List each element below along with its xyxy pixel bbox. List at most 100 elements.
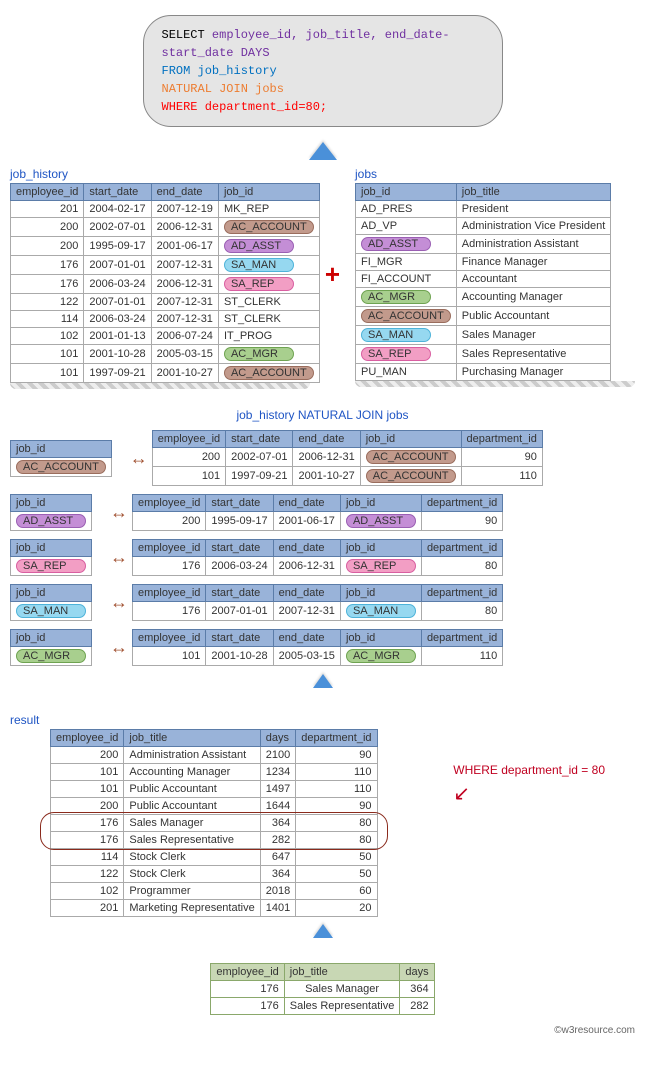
table-cell: Sales Representative (124, 832, 260, 849)
table-cell: 2006-12-31 (293, 448, 360, 467)
where-annotation: WHERE department_id = 80 ↙ (453, 763, 605, 806)
table-cell: 2001-10-28 (206, 647, 273, 666)
table-cell: 101 (152, 467, 225, 486)
join-title: job_history NATURAL JOIN jobs (10, 408, 635, 422)
join-key-table: job_id SA_MAN (10, 584, 92, 621)
table-cell: 2004-02-17 (84, 201, 151, 218)
col-header: employee_id (133, 540, 206, 557)
table-cell: 176 (11, 256, 84, 275)
double-arrow-icon: ↔ (110, 637, 124, 658)
table-cell: 2018 (260, 883, 295, 900)
table-cell: SA_REP (356, 345, 457, 364)
job-history-label: job_history (10, 167, 310, 181)
col-header: employee_id (211, 964, 284, 981)
final-result-table: employee_idjob_titledays176Sales Manager… (210, 963, 434, 1015)
table-cell: 110 (421, 647, 502, 666)
table-row: 200Administration Assistant210090 (51, 747, 378, 764)
table-cell: Stock Clerk (124, 849, 260, 866)
table-cell: 2001-10-27 (151, 364, 218, 383)
join-key-table: job_id AC_ACCOUNT (10, 440, 112, 477)
table-cell: 2005-03-15 (151, 345, 218, 364)
table-cell: 2007-12-31 (273, 602, 340, 621)
table-cell: SA_MAN (340, 602, 421, 621)
table-cell: 1644 (260, 798, 295, 815)
sql-from: FROM job_history (162, 62, 484, 80)
sql-query-box: SELECT employee_id, job_title, end_date-… (143, 15, 503, 127)
table-cell: 122 (51, 866, 124, 883)
table-cell: 1997-09-21 (226, 467, 293, 486)
col-header: department_id (421, 540, 502, 557)
table-cell: 1997-09-21 (84, 364, 151, 383)
triangle-icon (313, 924, 333, 938)
table-cell: 2001-01-13 (84, 328, 151, 345)
table-cell: 176 (11, 275, 84, 294)
table-row: 1012001-10-282005-03-15AC_MGR (11, 345, 320, 364)
table-row: AC_ACCOUNT (11, 457, 112, 476)
join-group-row: job_id SA_REP ↔ employee_idstart_dateend_d… (10, 539, 635, 576)
table-cell: AD_ASST (218, 237, 319, 256)
table-row: 176Sales Manager36480 (51, 815, 378, 832)
source-tables-row: job_history employee_idstart_dateend_dat… (10, 165, 635, 383)
join-group-row: job_id AC_MGR ↔ employee_idstart_dateend_d… (10, 629, 635, 666)
join-key-table: job_id SA_REP (10, 539, 92, 576)
table-cell: ST_CLERK (218, 311, 319, 328)
table-row: 122Stock Clerk36450 (51, 866, 378, 883)
col-header: job_id (360, 431, 461, 448)
table-cell: 110 (296, 764, 377, 781)
col-header: department_id (461, 431, 542, 448)
table-row: SA_REP (11, 557, 92, 576)
table-cell: 1234 (260, 764, 295, 781)
col-header: days (400, 964, 434, 981)
table-cell: 647 (260, 849, 295, 866)
table-cell: AC_MGR (11, 647, 92, 666)
table-row: 1762007-01-012007-12-31SA_MAN80 (133, 602, 503, 621)
col-header: end_date (151, 184, 218, 201)
table-cell: 1995-09-17 (84, 237, 151, 256)
table-cell: AD_ASST (11, 512, 92, 531)
join-detail-table: employee_idstart_dateend_datejob_iddepar… (132, 629, 503, 666)
join-detail-table: employee_idstart_dateend_datejob_iddepar… (132, 494, 503, 531)
table-row: 102Programmer201860 (51, 883, 378, 900)
table-cell: 110 (461, 467, 542, 486)
table-cell: 2007-12-31 (151, 311, 218, 328)
table-cell: 364 (400, 981, 434, 998)
table-cell: SA_REP (340, 557, 421, 576)
table-row: PU_MANPurchasing Manager (356, 364, 611, 381)
join-detail-table: employee_idstart_dateend_datejob_iddepar… (152, 430, 543, 486)
table-row: 1011997-09-212001-10-27AC_ACCOUNT110 (152, 467, 542, 486)
table-cell: 2007-12-31 (151, 294, 218, 311)
table-cell: IT_PROG (218, 328, 319, 345)
table-cell: 176 (133, 602, 206, 621)
table-row: 2001995-09-172001-06-17AD_ASST90 (133, 512, 503, 531)
table-cell: 101 (51, 764, 124, 781)
table-row: 1762006-03-242006-12-31SA_REP (11, 275, 320, 294)
table-row: 176Sales Manager364 (211, 981, 434, 998)
table-row: AD_ASST (11, 512, 92, 531)
col-header: job_id (340, 495, 421, 512)
col-header: job_id (11, 540, 92, 557)
col-header: job_id (218, 184, 319, 201)
table-cell: Administration Assistant (124, 747, 260, 764)
table-cell: AC_MGR (356, 288, 457, 307)
table-cell: Administration Assistant (456, 235, 610, 254)
join-group-row: job_id AC_ACCOUNT↔employee_idstart_datee… (10, 430, 635, 486)
table-cell: 2002-07-01 (84, 218, 151, 237)
table-cell: 60 (296, 883, 377, 900)
table-cell: 2006-12-31 (151, 275, 218, 294)
result-label: result (10, 713, 635, 727)
table-cell: AC_MGR (340, 647, 421, 666)
col-header: end_date (273, 630, 340, 647)
table-row: SA_REPSales Representative (356, 345, 611, 364)
table-cell: 2006-03-24 (206, 557, 273, 576)
table-cell: 176 (133, 557, 206, 576)
table-cell: SA_REP (218, 275, 319, 294)
double-arrow-icon: ↔ (110, 547, 124, 568)
table-cell: 200 (133, 512, 206, 531)
table-cell: 2007-12-19 (151, 201, 218, 218)
table-cell: 2007-12-31 (151, 256, 218, 275)
table-cell: 2001-10-28 (84, 345, 151, 364)
table-cell: Sales Manager (124, 815, 260, 832)
join-detail-table: employee_idstart_dateend_datejob_iddepar… (132, 539, 503, 576)
table-cell: SA_MAN (218, 256, 319, 275)
col-header: job_id (340, 630, 421, 647)
